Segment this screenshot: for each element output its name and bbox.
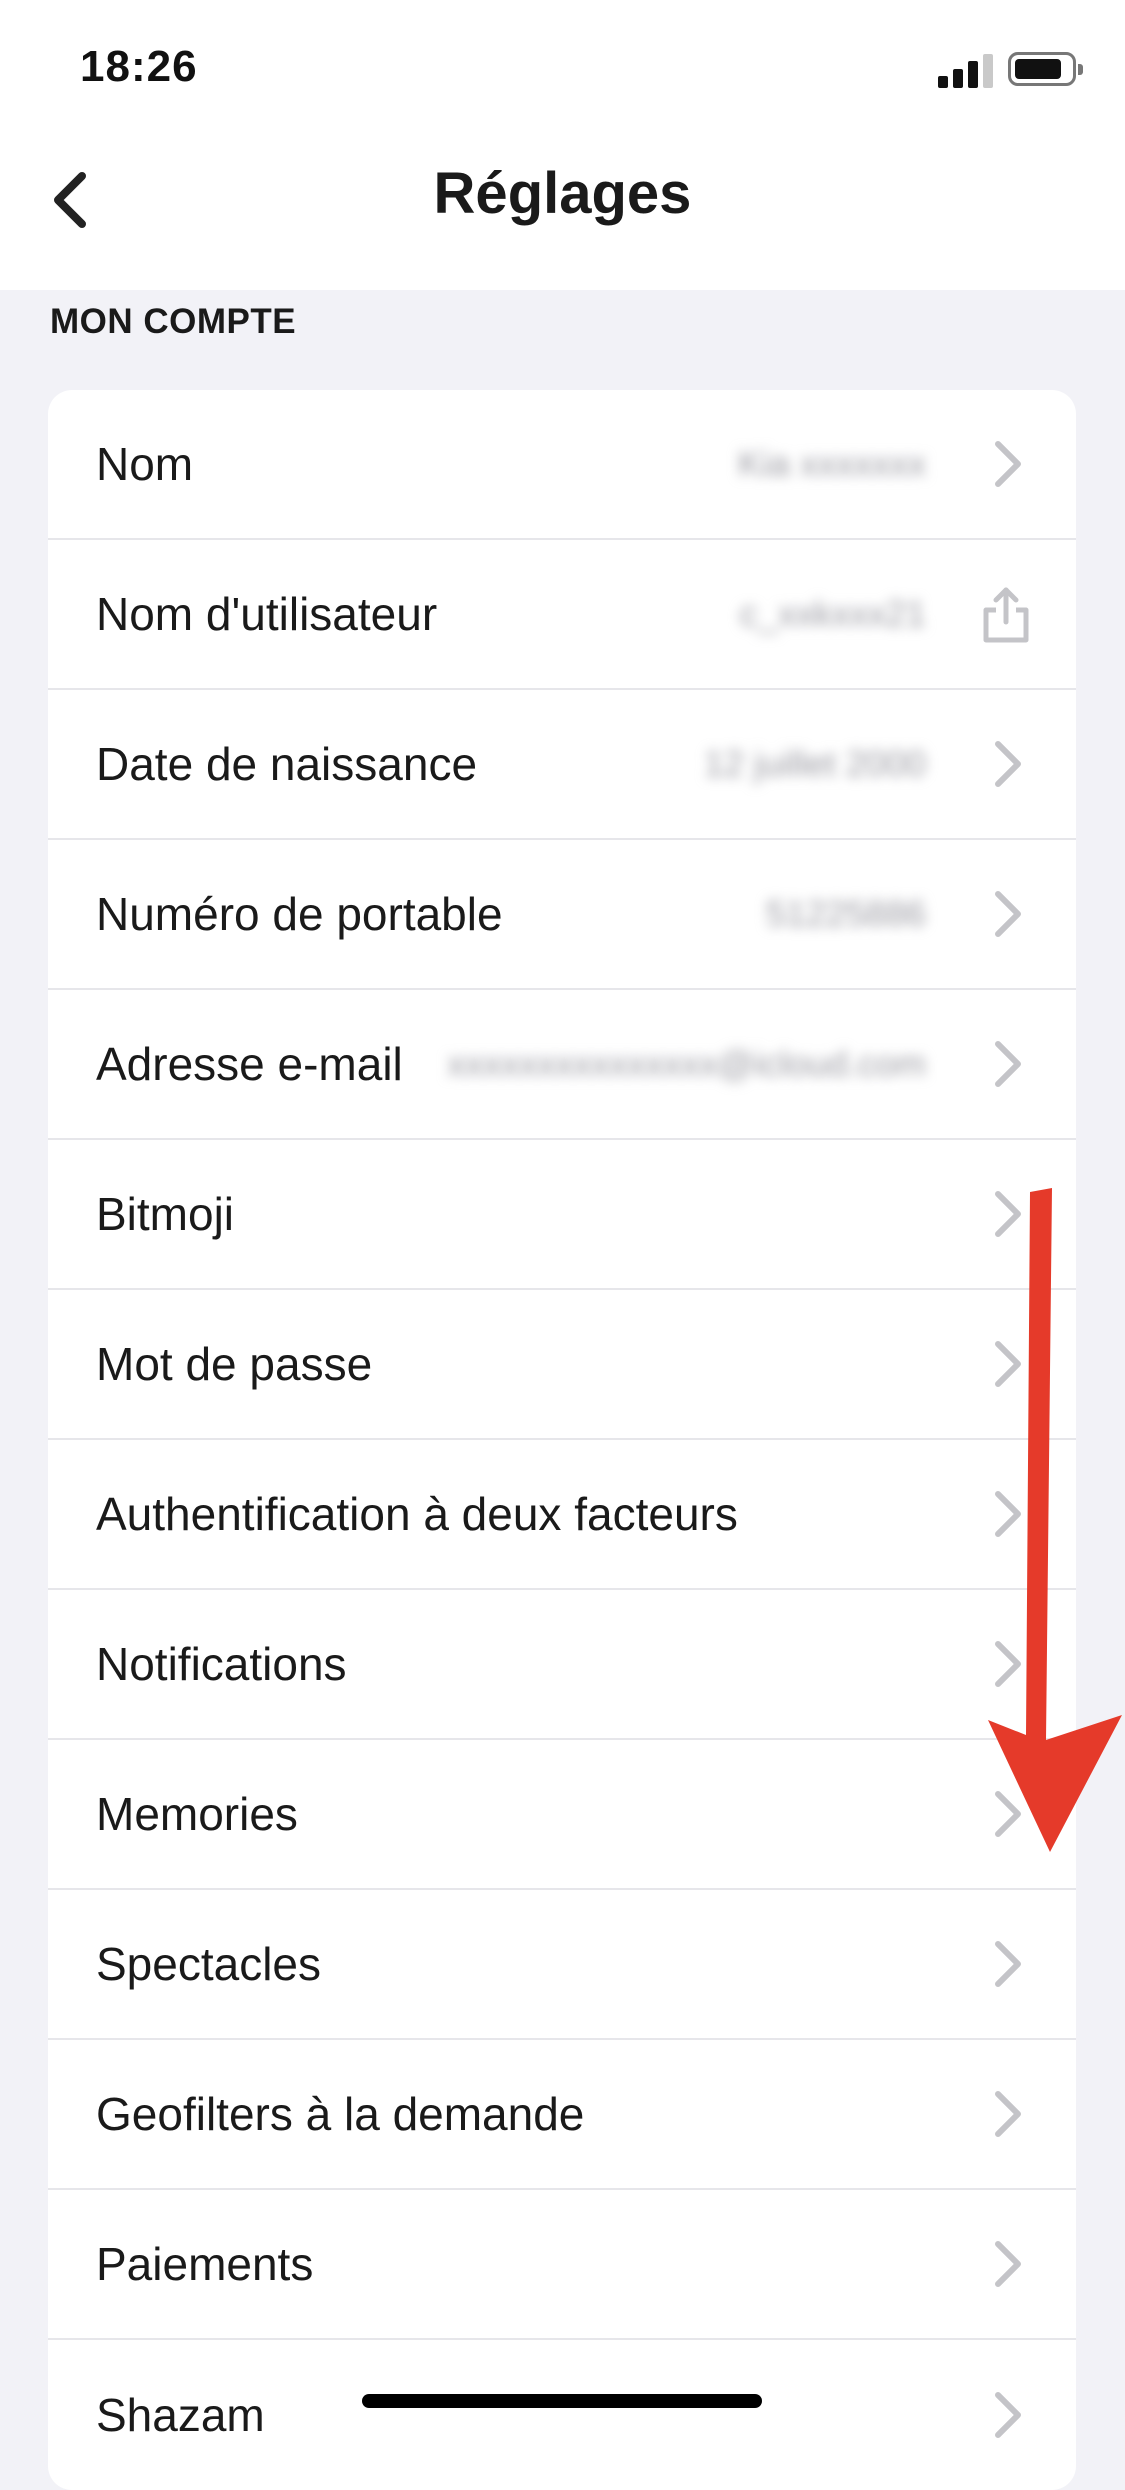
settings-row-notifications[interactable]: Notifications (48, 1590, 1076, 1740)
navigation-bar: Réglages (0, 140, 1125, 250)
settings-row-name[interactable]: Nom Kia xxxxxxx (48, 390, 1076, 540)
settings-row-username[interactable]: Nom d'utilisateur c_xxkxxx21 (48, 540, 1076, 690)
settings-row-birthdate[interactable]: Date de naissance 12 juillet 2000 (48, 690, 1076, 840)
row-label: Date de naissance (96, 738, 478, 790)
chevron-right-icon (995, 1641, 1021, 1687)
row-value: 51225886 (765, 893, 926, 934)
status-time: 18:26 (80, 42, 198, 91)
row-label: Spectacles (96, 1938, 322, 1990)
section-header-my-account: MON COMPTE (50, 302, 297, 341)
settings-row-phone[interactable]: Numéro de portable 51225886 (48, 840, 1076, 990)
row-label: Numéro de portable (96, 888, 503, 940)
signal-strength-icon (938, 52, 994, 88)
row-label: Nom (96, 438, 194, 490)
row-value: 12 juillet 2000 (703, 743, 926, 784)
chevron-right-icon (995, 1941, 1021, 1987)
settings-list: Nom Kia xxxxxxx Nom d'utilisateur c_xxkx… (48, 390, 1076, 2490)
chevron-right-icon (995, 2091, 1021, 2137)
settings-row-geofilters[interactable]: Geofilters à la demande (48, 2040, 1076, 2190)
row-value: Kia xxxxxxx (737, 443, 926, 484)
chevron-right-icon (995, 1491, 1021, 1537)
row-label: Geofilters à la demande (96, 2088, 585, 2140)
chevron-right-icon (995, 1341, 1021, 1387)
settings-row-spectacles[interactable]: Spectacles (48, 1890, 1076, 2040)
row-label: Bitmoji (96, 1188, 235, 1240)
row-value: xxxxxxxxxxxxxxx@icloud.com (447, 1043, 926, 1084)
row-label: Adresse e-mail (96, 1038, 403, 1090)
settings-row-shazam[interactable]: Shazam (48, 2340, 1076, 2490)
settings-row-two-factor[interactable]: Authentification à deux facteurs (48, 1440, 1076, 1590)
share-icon[interactable] (978, 584, 1034, 644)
battery-icon (1008, 52, 1083, 86)
chevron-right-icon (995, 1791, 1021, 1837)
chevron-right-icon (995, 2392, 1021, 2438)
row-label: Memories (96, 1788, 298, 1840)
home-indicator[interactable] (362, 2394, 762, 2408)
status-bar: 18:26 (0, 0, 1125, 140)
chevron-right-icon (995, 1191, 1021, 1237)
row-label: Mot de passe (96, 1338, 373, 1390)
chevron-right-icon (995, 2241, 1021, 2287)
row-label: Shazam (96, 2389, 265, 2441)
settings-row-bitmoji[interactable]: Bitmoji (48, 1140, 1076, 1290)
row-label: Paiements (96, 2238, 314, 2290)
settings-row-memories[interactable]: Memories (48, 1740, 1076, 1890)
row-label: Nom d'utilisateur (96, 588, 438, 640)
settings-row-email[interactable]: Adresse e-mail xxxxxxxxxxxxxxx@icloud.co… (48, 990, 1076, 1140)
settings-row-password[interactable]: Mot de passe (48, 1290, 1076, 1440)
settings-row-payments[interactable]: Paiements (48, 2190, 1076, 2340)
row-label: Authentification à deux facteurs (96, 1488, 738, 1540)
page-title: Réglages (433, 161, 692, 226)
chevron-right-icon (995, 1041, 1021, 1087)
chevron-right-icon (995, 441, 1021, 487)
row-label: Notifications (96, 1638, 347, 1690)
chevron-right-icon (995, 891, 1021, 937)
row-value: c_xxkxxx21 (739, 593, 926, 634)
chevron-right-icon (995, 741, 1021, 787)
